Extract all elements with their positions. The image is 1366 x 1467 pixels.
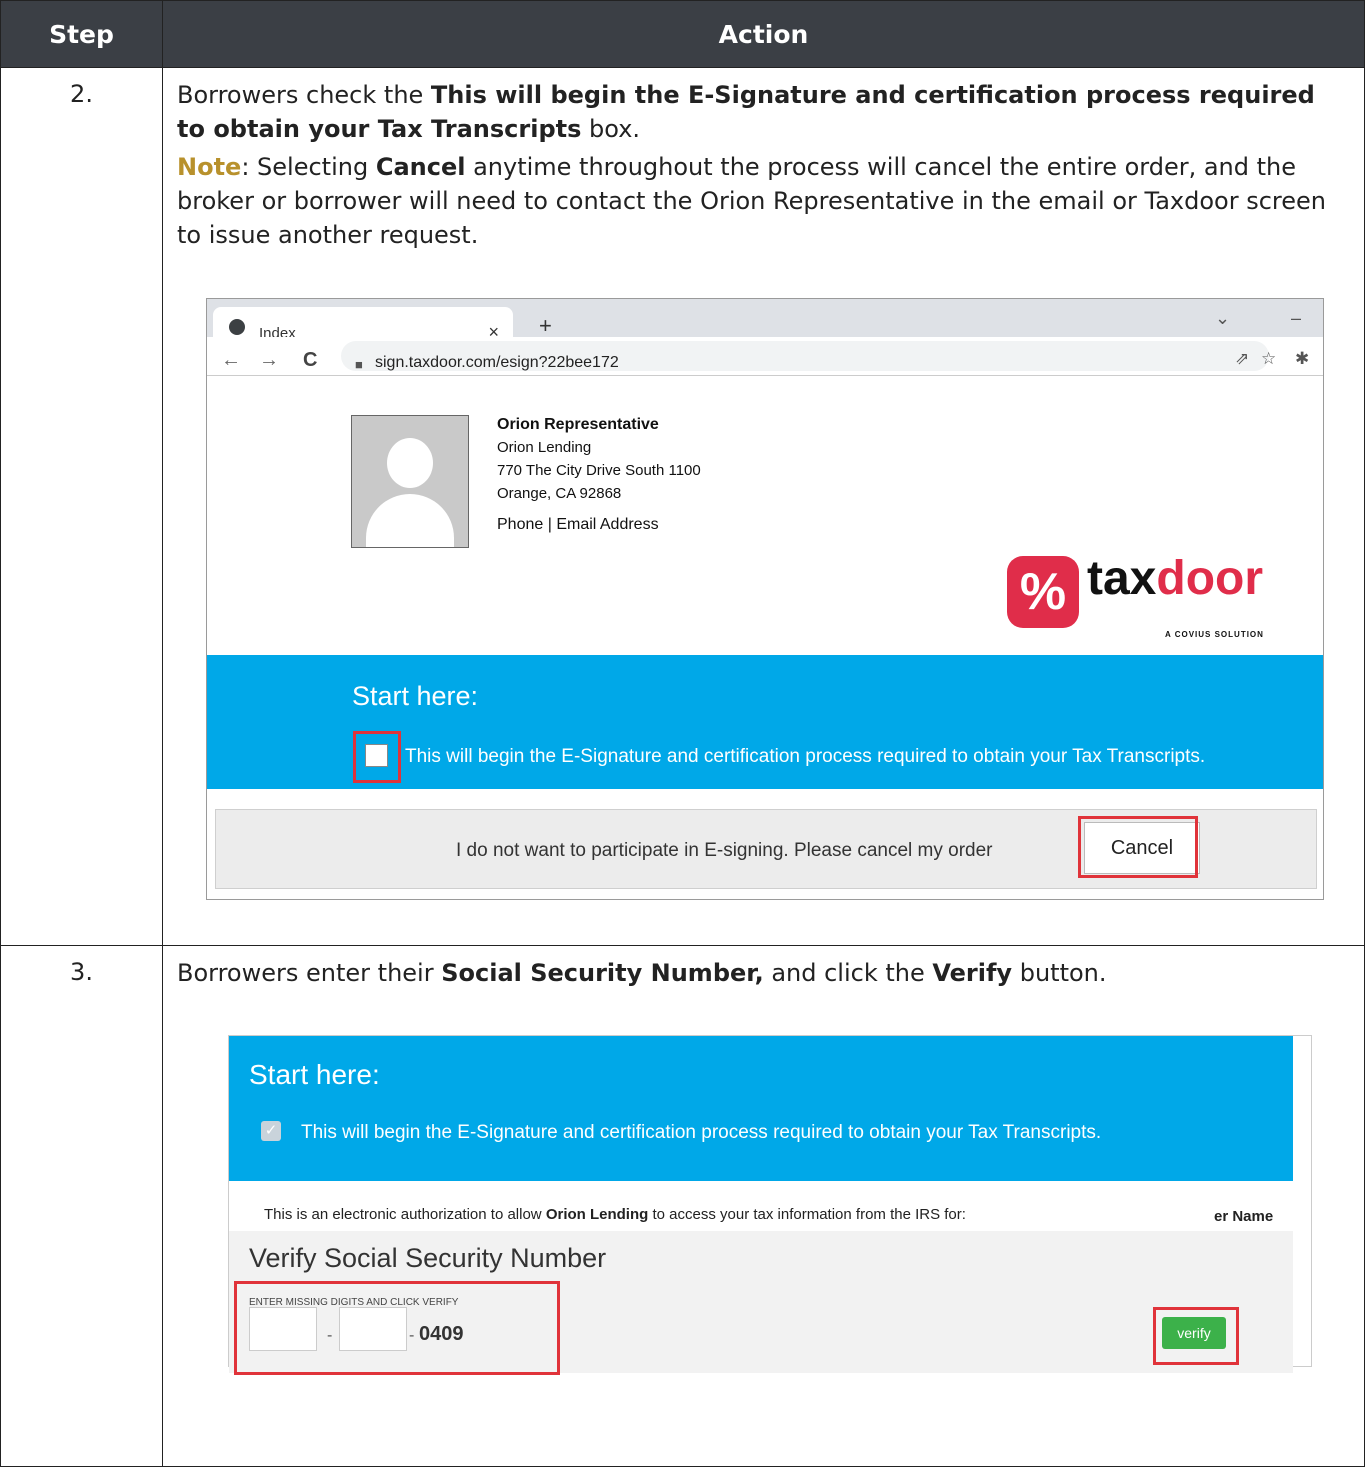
steps-table: Step Action 2. Borrowers check the This … <box>0 0 1365 1467</box>
instruction-text: Borrowers check the This will begin the … <box>177 81 1315 143</box>
browser-toolbar: ← → C ■ sign.taxdoor.com/esign?22bee172 … <box>207 337 1323 376</box>
forward-icon[interactable]: → <box>259 343 279 377</box>
globe-icon <box>229 319 245 335</box>
logo-tagline: A COVIUS SOLUTION <box>1165 630 1264 639</box>
verify-ssn-panel: Verify Social Security Number ENTER MISS… <box>229 1231 1293 1375</box>
note-text: Note: Selecting Cancel anytime throughou… <box>177 153 1326 249</box>
borrower-name-label: er Name <box>1214 1208 1274 1225</box>
checkbox-label: This will begin the E-Signature and cert… <box>301 1122 1102 1143</box>
instruction-text: Borrowers enter their Social Security Nu… <box>177 959 1107 987</box>
address-bar[interactable]: ■ sign.taxdoor.com/esign?22bee172 <box>341 341 1269 372</box>
header-action: Action <box>162 0 1365 68</box>
minimize-icon[interactable]: – <box>1291 301 1301 335</box>
note-label: Note <box>177 153 242 181</box>
verify-highlight <box>1153 1307 1239 1365</box>
authorization-text: This is an electronic authorization to a… <box>264 1206 966 1223</box>
cancel-message: I do not want to participate in E-signin… <box>456 840 993 861</box>
tab-strip: Index × + ⌄ – <box>207 299 1323 347</box>
star-icon[interactable]: ☆ <box>1261 342 1276 376</box>
header-step: Step <box>0 0 163 68</box>
avatar <box>351 415 469 548</box>
url-text: sign.taxdoor.com/esign?22bee172 <box>375 354 619 371</box>
rep-address-line2: Orange, CA 92868 <box>497 485 622 502</box>
back-icon[interactable]: ← <box>221 343 241 377</box>
step-action: Borrowers check the This will begin the … <box>162 67 1365 946</box>
reload-icon[interactable]: C <box>303 343 317 377</box>
taxdoor-logo: % taxdoor A COVIUS SOLUTION <box>1007 552 1307 646</box>
verify-screenshot: Start here: ✓ This will begin the E-Sign… <box>228 1035 1312 1375</box>
share-icon[interactable]: ⇗ <box>1235 342 1249 376</box>
browser-screenshot: Index × + ⌄ – ← → C ■ sign.taxdoor.com/e… <box>206 298 1324 900</box>
rep-name: Orion Representative <box>497 416 659 433</box>
step-number: 2. <box>0 67 163 946</box>
start-here-title: Start here: <box>352 681 479 711</box>
logo-mark: % <box>1007 556 1079 628</box>
cancel-highlight <box>1078 816 1198 878</box>
rep-company: Orion Lending <box>497 439 592 456</box>
ssn-highlight <box>234 1281 560 1375</box>
step-action: Borrowers enter their Social Security Nu… <box>162 945 1365 1467</box>
checkbox-highlight <box>353 731 401 783</box>
contact-card: Orion Representative Orion Lending 770 T… <box>497 413 701 536</box>
begin-esign-checkbox-checked[interactable]: ✓ <box>261 1121 281 1141</box>
verify-ssn-title: Verify Social Security Number <box>249 1243 607 1273</box>
start-here-panel: Start here: This will begin the E-Signat… <box>207 655 1323 789</box>
extensions-icon[interactable]: ✱ <box>1295 342 1309 376</box>
checkbox-label: This will begin the E-Signature and cert… <box>405 746 1206 767</box>
step-number: 3. <box>0 945 163 1467</box>
chevron-down-icon[interactable]: ⌄ <box>1215 301 1230 335</box>
start-here-title: Start here: <box>249 1059 380 1090</box>
contact-links[interactable]: Phone | Email Address <box>497 513 701 536</box>
lock-icon: ■ <box>355 357 363 372</box>
cancel-bar: I do not want to participate in E-signin… <box>215 809 1317 889</box>
start-here-panel: Start here: ✓ This will begin the E-Sign… <box>229 1036 1293 1181</box>
rep-address-line1: 770 The City Drive South 1100 <box>497 462 701 479</box>
logo-word: taxdoor <box>1087 552 1264 605</box>
